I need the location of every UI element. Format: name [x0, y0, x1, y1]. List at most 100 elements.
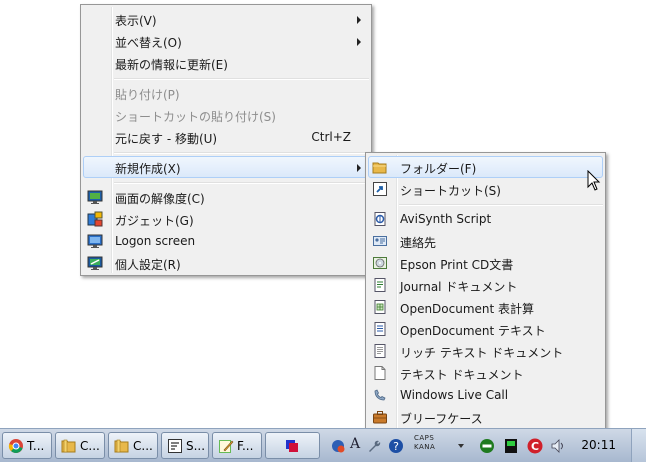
menu-separator: [114, 182, 369, 184]
menu-item-label: 新規作成(X): [115, 162, 181, 176]
journal-icon: [374, 278, 386, 292]
new-item-rich-text-document[interactable]: リッチ テキスト ドキュメント: [368, 340, 603, 362]
tray-expand-icon[interactable]: [456, 441, 466, 451]
monitor-app-icon[interactable]: [503, 438, 519, 454]
contact-icon: [373, 236, 387, 246]
menu-item-label: ガジェット(G): [115, 214, 194, 228]
menu-separator: [114, 152, 369, 154]
taskbar-button-explorer-2[interactable]: C...: [108, 432, 158, 459]
taskbar-button-label: T...: [27, 439, 45, 453]
editor-icon: [219, 440, 234, 453]
new-item-shortcut[interactable]: ショートカット(S): [368, 178, 603, 200]
new-item-windows-live-call[interactable]: Windows Live Call: [368, 384, 603, 406]
gadget-icon: [87, 211, 103, 227]
menu-item-logon-screen[interactable]: Logon screen: [83, 230, 369, 252]
menu-item-label: フォルダー(F): [400, 162, 477, 176]
menu-item-gadgets[interactable]: ガジェット(G): [83, 208, 369, 230]
menu-item-label: ショートカット(S): [400, 184, 501, 198]
ime-caps-label: CAPS: [414, 434, 435, 442]
ime-mode-icon[interactable]: A: [350, 436, 366, 452]
taskbar: T... C... C... S... F... A ? CAPS KANA C…: [0, 428, 646, 462]
mouse-cursor-icon: [587, 170, 601, 191]
menu-item-shortcut: Ctrl+Z: [311, 130, 351, 144]
monitor-icon: [87, 190, 103, 204]
folder-icon: [114, 439, 129, 453]
block-icon[interactable]: [479, 438, 495, 454]
c-app-icon[interactable]: C: [527, 438, 543, 454]
svg-text:C: C: [531, 440, 539, 453]
new-item-contact[interactable]: 連絡先: [368, 230, 603, 252]
taskbar-button-window[interactable]: [265, 432, 320, 459]
logon-screen-icon: [87, 234, 103, 248]
menu-item-label: 最新の情報に更新(E): [115, 58, 228, 72]
menu-item-label: 表示(V): [115, 14, 157, 28]
ime-icon[interactable]: [330, 438, 346, 454]
menu-item-new[interactable]: 新規作成(X): [83, 156, 369, 178]
taskbar-button-label: F...: [237, 439, 254, 453]
spreadsheet-icon: [374, 300, 386, 314]
new-item-journal-document[interactable]: Journal ドキュメント: [368, 274, 603, 296]
menu-item-label: Logon screen: [115, 234, 196, 248]
menu-item-sort-by[interactable]: 並べ替え(O): [83, 30, 369, 52]
wrench-icon[interactable]: [366, 438, 382, 454]
new-item-epson-print-cd[interactable]: Epson Print CD文書: [368, 252, 603, 274]
menu-item-label: テキスト ドキュメント: [400, 368, 524, 382]
window-icon: [286, 440, 298, 452]
system-tray: A ? CAPS KANA C 20:11: [326, 429, 646, 462]
menu-item-label: ショートカットの貼り付け(S): [115, 110, 276, 124]
menu-separator: [399, 204, 603, 206]
taskbar-button-app-s[interactable]: S...: [161, 432, 209, 459]
menu-item-personalize[interactable]: 個人設定(R): [83, 252, 369, 274]
new-item-opendocument-spreadsheet[interactable]: OpenDocument 表計算: [368, 296, 603, 318]
taskbar-button-explorer-1[interactable]: C...: [55, 432, 105, 459]
new-item-avisynth-script[interactable]: AviSynth Script: [368, 208, 603, 230]
ime-caps-kana[interactable]: CAPS KANA: [414, 434, 435, 452]
menu-item-label: Epson Print CD文書: [400, 258, 514, 272]
menu-item-label: 個人設定(R): [115, 258, 181, 272]
chrome-icon: [8, 439, 23, 453]
menu-item-undo-move[interactable]: 元に戻す - 移動(U) Ctrl+Z: [83, 126, 369, 148]
submenu-arrow-icon: [357, 164, 361, 172]
menu-item-label: Windows Live Call: [400, 388, 509, 402]
volume-icon[interactable]: [550, 438, 566, 454]
taskbar-button-editor-f[interactable]: F...: [212, 432, 262, 459]
menu-item-label: リッチ テキスト ドキュメント: [400, 346, 564, 360]
new-item-folder[interactable]: フォルダー(F): [368, 156, 603, 178]
menu-item-label: 画面の解像度(C): [115, 192, 205, 206]
clock[interactable]: 20:11: [581, 438, 616, 452]
help-icon[interactable]: ?: [388, 438, 404, 454]
briefcase-icon: [373, 411, 387, 424]
menu-item-label: 並べ替え(O): [115, 36, 182, 50]
ime-kana-label: KANA: [414, 443, 436, 451]
desktop-context-menu: 表示(V) 並べ替え(O) 最新の情報に更新(E) 貼り付け(P) ショートカッ…: [80, 4, 372, 276]
show-desktop-button[interactable]: [631, 429, 646, 462]
taskbar-button-label: S...: [186, 439, 206, 453]
menu-item-paste-shortcut[interactable]: ショートカットの貼り付け(S): [83, 104, 369, 126]
menu-item-label: OpenDocument テキスト: [400, 324, 546, 338]
new-item-opendocument-text[interactable]: OpenDocument テキスト: [368, 318, 603, 340]
menu-item-label: 元に戻す - 移動(U): [115, 132, 218, 146]
menu-item-label: AviSynth Script: [400, 212, 492, 226]
taskbar-button-chrome[interactable]: T...: [2, 432, 52, 459]
new-item-text-document[interactable]: テキスト ドキュメント: [368, 362, 603, 384]
personalize-icon: [87, 256, 103, 270]
new-item-briefcase[interactable]: ブリーフケース: [368, 406, 603, 428]
submenu-arrow-icon: [357, 16, 361, 24]
menu-item-label: OpenDocument 表計算: [400, 302, 535, 316]
odt-icon: [374, 322, 386, 336]
app-icon: [168, 439, 182, 453]
menu-item-view[interactable]: 表示(V): [83, 8, 369, 30]
folder-icon: [61, 439, 76, 453]
rtf-icon: [374, 344, 386, 358]
menu-item-screen-resolution[interactable]: 画面の解像度(C): [83, 186, 369, 208]
menu-item-label: ブリーフケース: [400, 412, 483, 426]
menu-item-label: Journal ドキュメント: [400, 280, 518, 294]
shortcut-icon: [373, 182, 387, 196]
new-submenu: フォルダー(F) ショートカット(S) AviSynth Script 連絡先: [365, 152, 606, 431]
menu-item-label: 貼り付け(P): [115, 88, 180, 102]
submenu-arrow-icon: [357, 38, 361, 46]
menu-item-paste[interactable]: 貼り付け(P): [83, 82, 369, 104]
folder-icon: [372, 162, 387, 174]
epson-print-cd-icon: [373, 257, 387, 269]
menu-item-refresh[interactable]: 最新の情報に更新(E): [83, 52, 369, 74]
